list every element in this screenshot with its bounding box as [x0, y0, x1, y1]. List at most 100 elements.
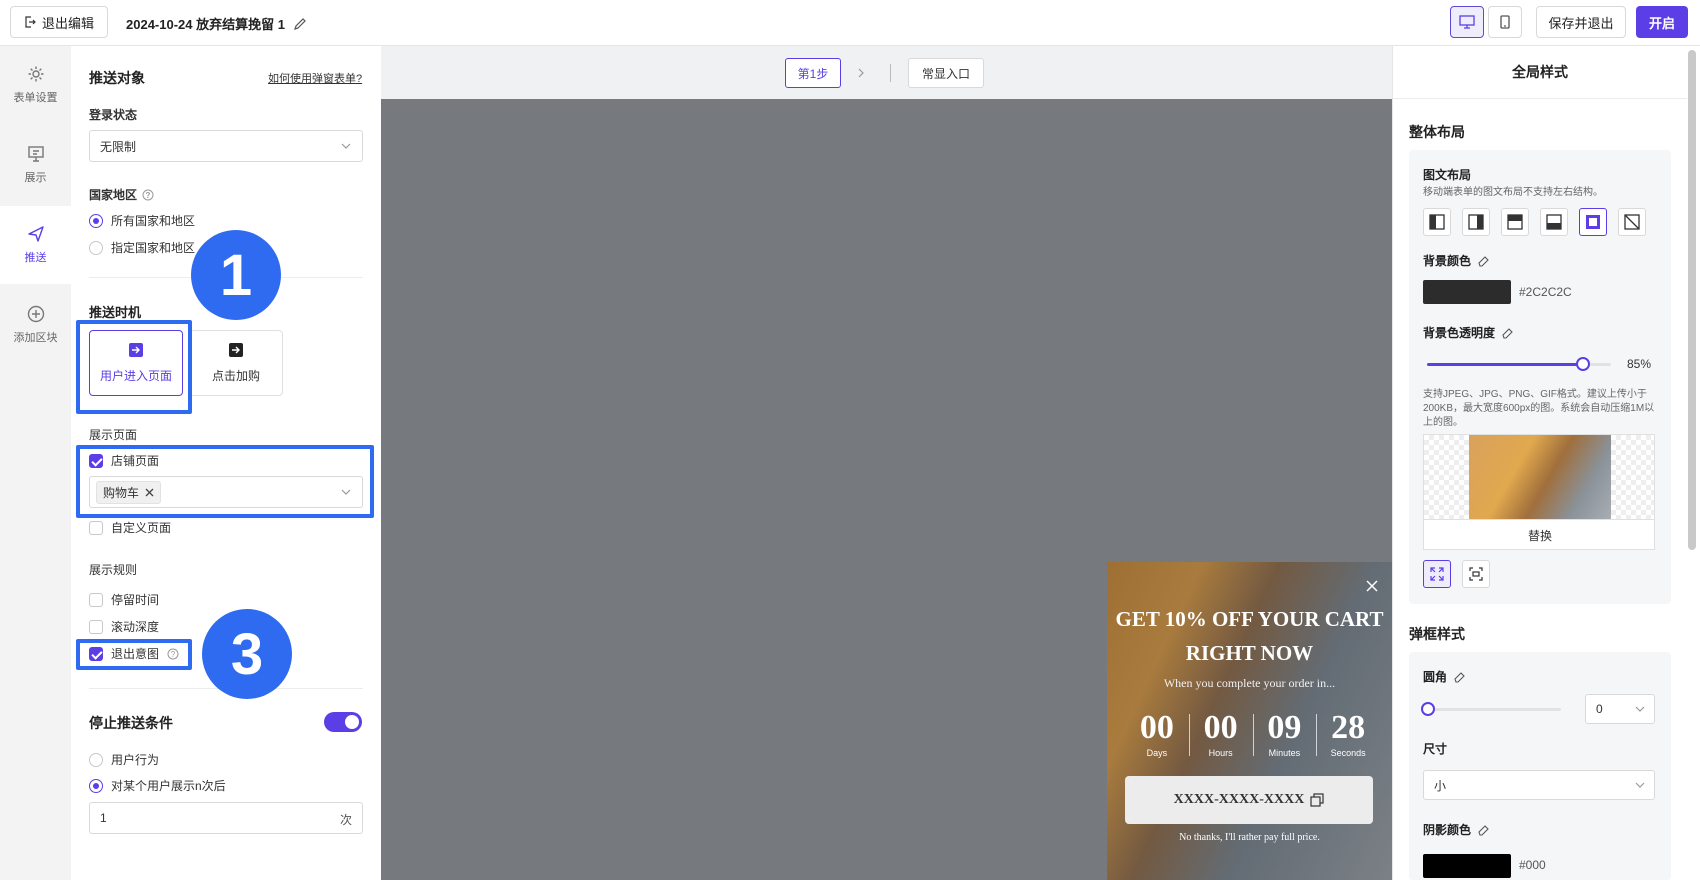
stop-after-n-radio[interactable]: 对某个用户展示n次后 — [89, 777, 226, 794]
rail-item-push[interactable]: 推送 — [0, 206, 71, 284]
checkbox[interactable] — [89, 520, 103, 535]
stop-conditions-toggle[interactable] — [324, 712, 362, 732]
transparent-area-right — [1611, 435, 1654, 519]
checkbox[interactable] — [89, 619, 103, 634]
stay-time-checkbox[interactable]: 停留时间 — [89, 591, 159, 608]
canvas-toolbar: 第1步 常显入口 — [381, 46, 1392, 99]
popup-decline-link[interactable]: No thanks, I'll rather pay full price. — [1107, 832, 1392, 843]
layout-no-image-button[interactable] — [1618, 208, 1646, 236]
replace-image-button[interactable]: 替换 — [1424, 519, 1654, 549]
left-rail: 表单设置 展示 推送 添加区块 — [0, 46, 71, 880]
right-panel-scrollbar[interactable] — [1688, 50, 1696, 550]
radius-slider-knob[interactable] — [1421, 702, 1435, 716]
img-layout-label-text: 图文布局 — [1423, 168, 1472, 182]
region-specific-label: 指定国家和地区 — [111, 241, 196, 255]
checkbox[interactable] — [89, 592, 103, 607]
bg-color-swatch[interactable] — [1423, 280, 1511, 304]
exit-edit-button[interactable]: 退出编辑 — [10, 6, 108, 38]
annotation-badge-1: 1 — [191, 230, 281, 320]
radio-button[interactable] — [89, 752, 103, 767]
stop-user-behavior-label: 用户行为 — [111, 753, 160, 767]
gear-icon — [28, 66, 43, 82]
expand-icon — [1430, 567, 1444, 581]
coupon-code: XXXX-XXXX-XXXX — [1173, 792, 1305, 807]
chevron-down-icon — [1635, 782, 1645, 788]
popup-preview[interactable]: GET 10% OFF YOUR CART RIGHT NOW When you… — [1107, 562, 1392, 880]
login-status-select[interactable]: 无限制 — [89, 130, 363, 162]
plus-circle-icon — [27, 305, 44, 323]
desktop-icon — [1459, 15, 1475, 29]
stop-count-input[interactable]: 1 次 — [89, 802, 363, 834]
rail-item-add-block[interactable]: 添加区块 — [0, 286, 71, 364]
copy-icon[interactable] — [1310, 793, 1324, 807]
bg-opacity-label: 背景色透明度 — [1423, 324, 1514, 341]
fit-mode-button[interactable] — [1462, 560, 1490, 588]
popup-style-section-box — [1409, 652, 1671, 880]
global-style-panel: 全局样式 整体布局 图文布局 移动端表单的图文布局不支持左右结构。 背景颜色 #… — [1392, 46, 1687, 880]
region-all-radio[interactable]: 所有国家和地区 — [89, 212, 195, 229]
enable-button[interactable]: 开启 — [1636, 6, 1688, 38]
stop-count-unit: 次 — [339, 813, 352, 827]
divider — [890, 64, 891, 82]
document-title: 2024-10-24 放弃结算挽留 1 — [126, 14, 307, 33]
shadow-color-swatch[interactable] — [1423, 854, 1511, 878]
layout-image-right-button[interactable] — [1462, 208, 1490, 236]
step-1-button[interactable]: 第1步 — [785, 58, 841, 88]
shadow-color-label: 阴影颜色 — [1423, 821, 1490, 838]
region-label: 国家地区 ? — [89, 186, 154, 203]
eraser-icon[interactable] — [1477, 254, 1490, 267]
mobile-icon — [1500, 15, 1510, 29]
layout-image-left-button[interactable] — [1423, 208, 1451, 236]
countdown-timer: 00 Days 00 Hours 09 Minutes 28 Seconds — [1125, 709, 1380, 759]
help-link[interactable]: 如何使用弹窗表单? — [268, 70, 362, 86]
chevron-down-icon — [341, 143, 351, 149]
persistent-entry-button[interactable]: 常显入口 — [908, 58, 984, 88]
fit-icon — [1469, 567, 1483, 581]
stop-user-behavior-radio[interactable]: 用户行为 — [89, 751, 159, 768]
timing-add-to-cart-card[interactable]: 点击加购 — [189, 330, 283, 396]
save-and-exit-button[interactable]: 保存并退出 — [1536, 6, 1626, 38]
stop-conditions-title: 停止推送条件 — [89, 715, 173, 731]
top-bar: 退出编辑 2024-10-24 放弃结算挽留 1 保存并退出 开启 — [0, 0, 1700, 46]
edit-pencil-icon[interactable] — [293, 17, 307, 31]
exit-icon — [25, 16, 36, 28]
bg-opacity-value: 85% — [1627, 357, 1652, 371]
radio-button[interactable] — [89, 213, 103, 228]
annotation-box-2 — [76, 445, 374, 518]
desktop-view-button[interactable] — [1450, 6, 1484, 38]
eraser-icon[interactable] — [1453, 670, 1466, 683]
region-specific-radio[interactable]: 指定国家和地区 — [89, 239, 195, 256]
add-to-cart-icon — [229, 342, 243, 357]
mobile-view-button[interactable] — [1488, 6, 1522, 38]
countdown-minutes-value: 09 — [1267, 709, 1302, 746]
radio-button[interactable] — [89, 778, 103, 793]
stay-time-label: 停留时间 — [111, 593, 160, 607]
layout-image-bottom-button[interactable] — [1540, 208, 1568, 236]
rail-item-form-settings[interactable]: 表单设置 — [0, 46, 71, 124]
size-select[interactable]: 小 — [1423, 770, 1655, 800]
coupon-code-box[interactable]: XXXX-XXXX-XXXX — [1125, 776, 1373, 824]
popup-close-icon[interactable] — [1366, 576, 1378, 597]
size-value: 小 — [1434, 778, 1447, 793]
layout-image-background-button[interactable] — [1579, 208, 1607, 236]
display-rules-label: 展示规则 — [89, 563, 138, 577]
eraser-icon[interactable] — [1477, 823, 1490, 836]
layout-image-top-button[interactable] — [1501, 208, 1529, 236]
countdown-days: 00 Days — [1125, 709, 1189, 759]
scroll-depth-checkbox[interactable]: 滚动深度 — [89, 618, 159, 635]
rail-label-display: 展示 — [24, 172, 47, 184]
fill-mode-button[interactable] — [1423, 560, 1451, 588]
layout-background-icon — [1586, 215, 1600, 229]
bg-color-label: 背景颜色 — [1423, 252, 1490, 269]
countdown-days-value: 00 — [1139, 709, 1174, 746]
radius-select[interactable]: 0 — [1585, 694, 1655, 724]
radius-slider-track[interactable] — [1427, 708, 1561, 711]
radio-button[interactable] — [89, 240, 103, 255]
rail-item-display[interactable]: 展示 — [0, 126, 71, 204]
custom-page-checkbox[interactable]: 自定义页面 — [89, 519, 171, 536]
annotation-badge-3: 3 — [202, 609, 292, 699]
presentation-icon — [27, 146, 44, 162]
eraser-icon[interactable] — [1501, 326, 1514, 339]
timing-title: 推送时机 — [89, 305, 142, 320]
bg-opacity-slider-knob[interactable] — [1576, 357, 1590, 371]
